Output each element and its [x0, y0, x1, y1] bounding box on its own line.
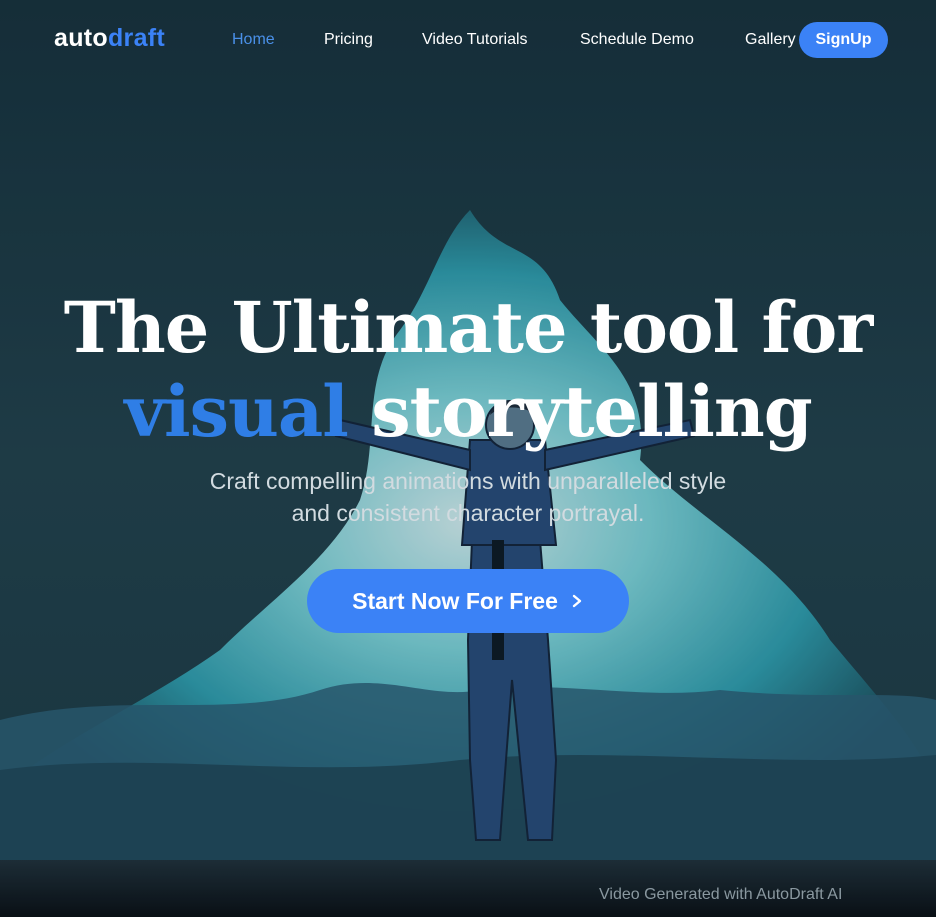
hero-subtitle-line1: Craft compelling animations with unparal… — [209, 468, 727, 494]
hero-headline-accent: visual — [124, 370, 349, 453]
start-now-label: Start Now For Free — [352, 587, 558, 614]
nav-link-schedule-demo[interactable]: Schedule Demo — [580, 31, 694, 49]
top-navbar: autodraft Home Pricing Video Tutorials S… — [0, 0, 936, 80]
chevron-right-icon — [572, 594, 582, 608]
nav-link-home[interactable]: Home — [232, 31, 275, 49]
signup-button[interactable]: SignUp — [799, 22, 888, 58]
nav-link-video-tutorials[interactable]: Video Tutorials — [422, 31, 528, 49]
hero-headline-line2: visual storytelling — [0, 370, 936, 453]
autodraft-logo[interactable]: autodraft — [54, 24, 165, 53]
video-caption: Video Generated with AutoDraft AI — [599, 886, 843, 903]
nav-link-gallery[interactable]: Gallery — [745, 31, 796, 49]
hero-headline-rest: storytelling — [347, 370, 812, 453]
logo-draft-text: draft — [107, 24, 166, 52]
nav-link-pricing[interactable]: Pricing — [324, 31, 373, 49]
hero-subtitle-line2: and consistent character portrayal. — [291, 500, 645, 526]
hero-headline-line1: The Ultimate tool for — [63, 286, 873, 369]
logo-auto-text: auto — [54, 24, 108, 52]
start-now-button[interactable]: Start Now For Free — [307, 569, 629, 633]
hero-background-image — [0, 0, 936, 917]
